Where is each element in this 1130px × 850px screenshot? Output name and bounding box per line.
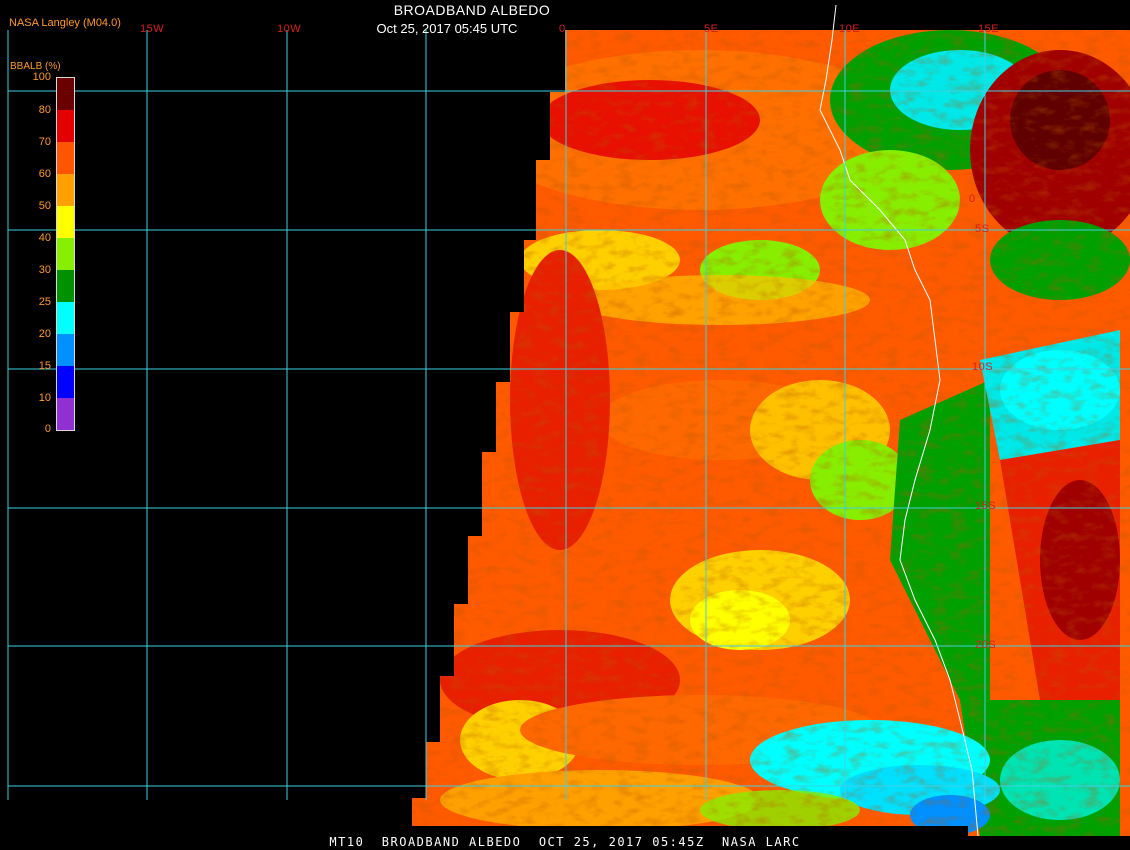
- colorbar-tick-label: 60: [38, 168, 51, 180]
- colorbar-tick-label: 80: [38, 104, 51, 116]
- colorbar-segment: [57, 110, 74, 142]
- colorbar-segment: [57, 174, 74, 206]
- colorbar-segment: [57, 366, 74, 398]
- colorbar-segment: [57, 302, 74, 334]
- lat-label-5s: 5S: [975, 223, 990, 235]
- satellite-image-viewer: NASA Langley (M04.0) BROADBAND ALBEDO Oc…: [0, 0, 1130, 850]
- colorbar-segment: [57, 398, 74, 430]
- colorbar-segment: [57, 206, 74, 238]
- colorbar-tick-label: 30: [38, 264, 51, 276]
- colorbar-segment: [57, 334, 74, 366]
- lon-label-5e: 5E: [704, 23, 719, 35]
- lon-label-10w: 10W: [277, 23, 302, 35]
- colorbar-segment: [57, 238, 74, 270]
- lat-label-20s: 20S: [975, 639, 997, 651]
- lat-label-0: 0: [969, 193, 976, 205]
- colorbar-tick-label: 0: [44, 423, 51, 435]
- product-title: BROADBAND ALBEDO: [393, 2, 551, 18]
- timestamp: Oct 25, 2017 05:45 UTC: [376, 21, 518, 36]
- colorbar-segment: [57, 78, 74, 110]
- lat-label-10s: 10S: [972, 361, 994, 373]
- albedo-map: [7, 4, 1130, 837]
- colorbar-tick-label: 20: [38, 328, 51, 340]
- footer-caption: MT10 BROADBAND ALBEDO OCT 25, 2017 05:45…: [329, 835, 801, 849]
- colorbar-tick-label: 70: [38, 136, 51, 148]
- colorbar-tick-label: 50: [38, 200, 51, 212]
- colorbar-tick-label: 10: [38, 392, 51, 404]
- colorbar-tick-label: 25: [38, 296, 51, 308]
- colorbar-tick-label: 15: [38, 360, 51, 372]
- lon-label-10e: 10E: [839, 23, 861, 35]
- lon-label-0: 0: [559, 23, 566, 35]
- imagery-swath: [412, 30, 1130, 836]
- colorbar-segment: [57, 270, 74, 302]
- colorbar-segment: [57, 142, 74, 174]
- lon-label-15w: 15W: [140, 23, 165, 35]
- lat-label-15s: 15S: [975, 500, 997, 512]
- colorbar: [56, 77, 75, 431]
- colorbar-tick-label: 40: [38, 232, 51, 244]
- colorbar-tick-label: 100: [32, 71, 51, 83]
- lon-label-15e: 15E: [978, 23, 1000, 35]
